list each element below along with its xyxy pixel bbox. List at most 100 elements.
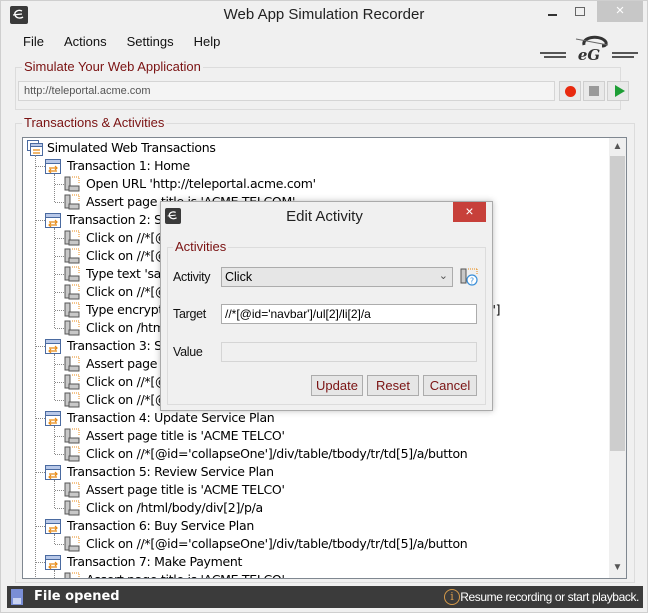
activity-label: Click on //*[@ xyxy=(86,374,168,389)
activity-label: Click on /htm xyxy=(86,320,165,335)
tree-activity[interactable]: Click on //*[@id='collapseOne']/div/tabl… xyxy=(23,535,611,553)
status-hint: Resume recording or start playback. xyxy=(460,590,639,604)
menu-actions[interactable]: Actions xyxy=(54,33,117,53)
value-label: Value xyxy=(173,345,203,359)
record-icon xyxy=(565,86,576,97)
tree-activity[interactable]: Click on /html/body/div[2]/p/a xyxy=(23,499,611,517)
activity-icon xyxy=(64,302,80,318)
tree-transaction[interactable]: Transaction 1: Home xyxy=(23,157,611,175)
value-input[interactable] xyxy=(221,342,477,362)
tree-guide-line xyxy=(55,328,64,329)
transactions-group-legend: Transactions & Activities xyxy=(22,115,167,130)
svg-text:?: ? xyxy=(470,277,474,286)
activity-icon xyxy=(64,356,80,372)
activity-select-value: Click xyxy=(225,270,253,284)
tree-root-label: Simulated Web Transactions xyxy=(47,140,216,155)
target-input[interactable]: //*[@id='navbar']/ul[2]/li[2]/a xyxy=(221,304,477,324)
activity-icon xyxy=(64,500,80,516)
activity-icon xyxy=(64,194,80,210)
tree-guide-line xyxy=(36,472,45,473)
stop-button[interactable] xyxy=(583,81,605,101)
maximize-button[interactable] xyxy=(565,1,595,22)
transaction-label: Transaction 1: Home xyxy=(67,158,190,173)
tree-activity[interactable]: Assert page title is 'ACME TELCO' xyxy=(23,481,611,499)
title-bar[interactable]: Web App Simulation Recorder × xyxy=(1,1,647,30)
activity-label: Activity xyxy=(173,270,211,284)
tree-scrollbar[interactable]: ▲ ▼ xyxy=(609,138,626,578)
activity-label: Assert page title is 'ACME TELCO' xyxy=(86,482,285,497)
tree-guide-line xyxy=(55,292,64,293)
play-button[interactable] xyxy=(607,81,629,101)
status-message: File opened xyxy=(34,589,120,604)
url-input[interactable]: http://teleportal.acme.com xyxy=(18,81,555,101)
target-label: Target xyxy=(173,307,206,321)
update-button[interactable]: Update xyxy=(311,375,363,396)
transaction-icon xyxy=(45,555,61,570)
tree-activity[interactable]: Assert page title is 'ACME TELCO' xyxy=(23,427,611,445)
cancel-button[interactable]: Cancel xyxy=(423,375,477,396)
transaction-label: Transaction 7: Make Payment xyxy=(67,554,243,569)
activity-icon xyxy=(64,248,80,264)
activity-label: Click on //*[@id='collapseOne']/div/tabl… xyxy=(86,446,468,461)
activity-help-icon[interactable]: ? xyxy=(460,268,478,286)
tree-guide-line xyxy=(36,562,45,563)
activity-label: Click on //*[@id='collapseOne']/div/tabl… xyxy=(86,536,468,551)
activity-icon xyxy=(64,392,80,408)
menu-help[interactable]: Help xyxy=(184,33,231,53)
tree-guide-line xyxy=(55,256,64,257)
tree-activity[interactable]: Assert page title is 'ACME TELCO' xyxy=(23,571,611,578)
tree-transaction[interactable]: Transaction 7: Make Payment xyxy=(23,553,611,571)
play-icon xyxy=(615,85,625,97)
reset-button[interactable]: Reset xyxy=(367,375,419,396)
transaction-label: Transaction 2: Si xyxy=(67,212,165,227)
tree-activity[interactable]: Open URL 'http://teleportal.acme.com' xyxy=(23,175,611,193)
activity-label: Assert page title is 'ACME TELCO' xyxy=(86,428,285,443)
scroll-thumb[interactable] xyxy=(610,156,625,451)
close-button[interactable]: × xyxy=(597,1,643,22)
tree-activity[interactable]: Click on //*[@id='collapseOne']/div/tabl… xyxy=(23,445,611,463)
activity-label: Click on //*[@ xyxy=(86,248,168,263)
tree-transaction[interactable]: Transaction 5: Review Service Plan xyxy=(23,463,611,481)
menu-settings[interactable]: Settings xyxy=(117,33,184,53)
tree-guide-line xyxy=(55,508,64,509)
maximize-icon xyxy=(575,7,585,17)
tree-guide-line xyxy=(55,184,64,185)
transaction-icon xyxy=(45,213,61,228)
menu-file[interactable]: File xyxy=(13,33,54,53)
activity-select[interactable]: Click ⌄ xyxy=(221,267,453,287)
activity-icon xyxy=(64,482,80,498)
tree-guide-line xyxy=(55,238,64,239)
dialog-title: Edit Activity xyxy=(286,208,363,225)
scroll-up-icon[interactable]: ▲ xyxy=(609,138,626,155)
activity-label: Click on //*[@ xyxy=(86,230,168,245)
tree-guide-line xyxy=(36,346,45,347)
activity-label: Assert page t xyxy=(86,356,166,371)
transaction-icon xyxy=(45,519,61,534)
activity-label: Click on //*[@ xyxy=(86,392,168,407)
eg-logo: eG xyxy=(540,35,638,63)
minimize-button[interactable] xyxy=(537,1,567,22)
activity-icon xyxy=(64,230,80,246)
dialog-close-button[interactable]: × xyxy=(453,202,486,222)
record-button[interactable] xyxy=(559,81,581,101)
activity-icon xyxy=(64,284,80,300)
activity-label: Assert page title is 'ACME TELCO' xyxy=(86,571,285,578)
tree-transaction[interactable]: Transaction 4: Update Service Plan xyxy=(23,409,611,427)
transaction-icon xyxy=(45,339,61,354)
activity-label: Open URL 'http://teleportal.acme.com' xyxy=(86,176,316,191)
tree-transaction[interactable]: Transaction 6: Buy Service Plan xyxy=(23,517,611,535)
tree-guide-line xyxy=(55,544,64,545)
tree-guide-line xyxy=(55,400,64,401)
activity-label: Type text 'sat xyxy=(86,266,166,281)
activity-icon xyxy=(64,266,80,282)
transaction-icon xyxy=(45,465,61,480)
menu-bar: File Actions Settings Help xyxy=(13,33,230,53)
activity-icon xyxy=(64,428,80,444)
scroll-down-icon[interactable]: ▼ xyxy=(609,559,626,576)
activity-icon xyxy=(64,572,80,578)
tree-guide-line xyxy=(55,364,64,365)
tree-guide-line xyxy=(55,310,64,311)
tree-guide-line xyxy=(36,166,45,167)
activity-icon xyxy=(64,374,80,390)
tree-guide-line xyxy=(55,454,64,455)
